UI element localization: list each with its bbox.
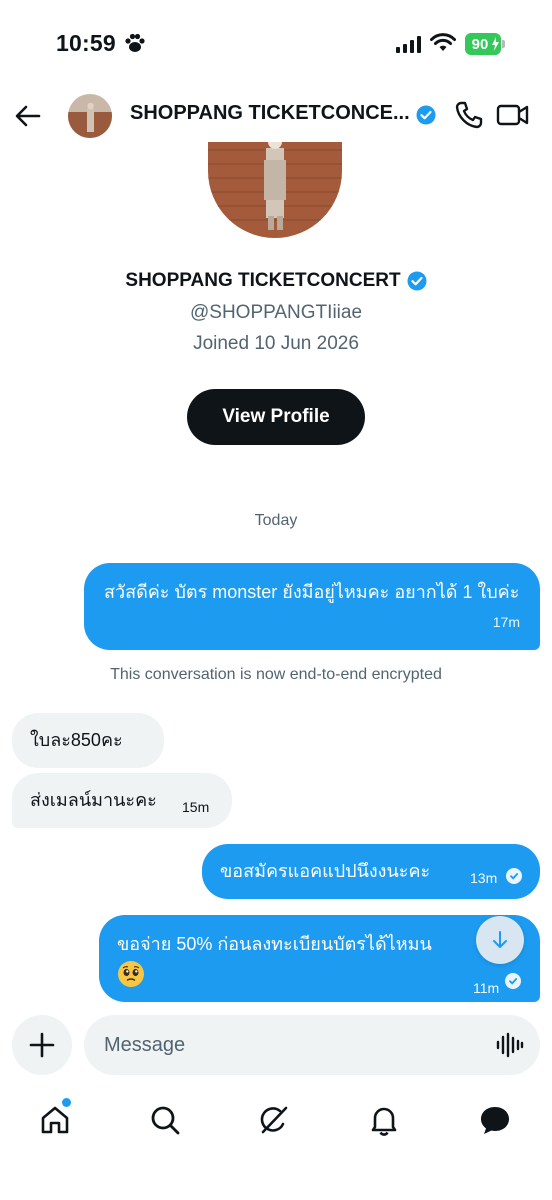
nav-messages[interactable] [475,1100,515,1140]
message-input[interactable] [84,1015,540,1075]
read-check-icon [506,868,522,884]
status-time: 10:59 [56,30,116,56]
nav-grok[interactable] [254,1100,294,1140]
search-icon [151,1106,180,1135]
header-title[interactable]: SHOPPANG TICKETCONCE... [130,102,410,125]
message-sent[interactable]: สวัสดีค่ะ บัตร monster ยังมีอยู่ไหมคะ อย… [84,563,540,650]
message-received[interactable]: ใบละ850คะ [12,713,164,768]
message-received[interactable]: ส่งเมลน์มานะคะ 15m [12,773,232,828]
message-time: 17m [492,614,520,630]
avatar-image [68,94,112,138]
message-sent[interactable]: ขอจ่าย 50% ก่อนลงทะเบียนบัตรได้ไหมน 11m [99,915,540,1002]
wifi-icon [430,33,456,51]
message-time: 11m [473,980,500,996]
arrow-down-icon [493,931,507,948]
back-button[interactable] [12,100,44,132]
waveform-icon [496,1032,524,1058]
verified-badge-icon [407,271,427,291]
day-separator: Today [254,512,298,529]
grok-icon [260,1106,288,1134]
messages-icon [481,1107,509,1134]
plus-icon [29,1032,55,1058]
home-icon [41,1106,69,1134]
view-profile-button[interactable]: View Profile [187,389,365,445]
nav-search[interactable] [145,1100,185,1140]
voice-message-button[interactable] [496,1032,526,1060]
profile-handle: @SHOPPANGTIiiae [189,302,363,323]
pleading-face-emoji [117,960,145,998]
nav-notifications[interactable] [364,1100,404,1140]
call-button[interactable] [454,100,486,132]
avatar[interactable] [68,94,112,138]
bottom-navigation [0,1086,552,1156]
battery-tip [502,40,505,48]
arrow-left-icon [15,105,41,127]
video-call-button[interactable] [496,100,530,132]
profile-name-row: SHOPPANG TICKETCONCERT [0,270,552,292]
notification-dot [62,1098,71,1107]
phone-icon [455,101,483,129]
message-composer [0,1010,552,1086]
battery-indicator: 90 [465,33,501,55]
message-text: ขอสมัครแอคแปปนึงงนะคะ [220,861,431,881]
message-time: 13m [470,870,498,886]
attach-button[interactable] [12,1015,72,1075]
cellular-signal-icon [396,36,421,53]
message-text: ใบละ850คะ [30,730,123,750]
battery-level: 90 [471,35,489,53]
video-camera-icon [496,104,529,126]
message-text: สวัสดีค่ะ บัตร monster ยังมีอยู่ไหมคะ อย… [104,582,520,602]
conversation-header: SHOPPANG TICKETCONCE... [0,90,552,142]
profile-joined-date: Joined 10 Jun 2026 [193,333,359,354]
message-time: 15m [182,799,210,815]
encryption-notice: This conversation is now end-to-end encr… [110,666,442,683]
profile-name: SHOPPANG TICKETCONCERT [125,270,401,291]
paw-icon [125,33,145,52]
message-text: ขอจ่าย 50% ก่อนลงทะเบียนบัตรได้ไหมน [117,934,432,954]
read-check-icon [505,973,521,989]
scroll-to-bottom-button[interactable] [476,916,524,964]
message-text: ส่งเมลน์มานะคะ [30,790,157,810]
message-sent[interactable]: ขอสมัครแอคแปปนึงงนะคะ 13m [202,844,540,899]
bell-icon [371,1107,397,1136]
charging-bolt-icon [492,37,499,51]
status-bar: 10:59 90 [0,0,552,90]
verified-badge-icon [416,105,436,125]
